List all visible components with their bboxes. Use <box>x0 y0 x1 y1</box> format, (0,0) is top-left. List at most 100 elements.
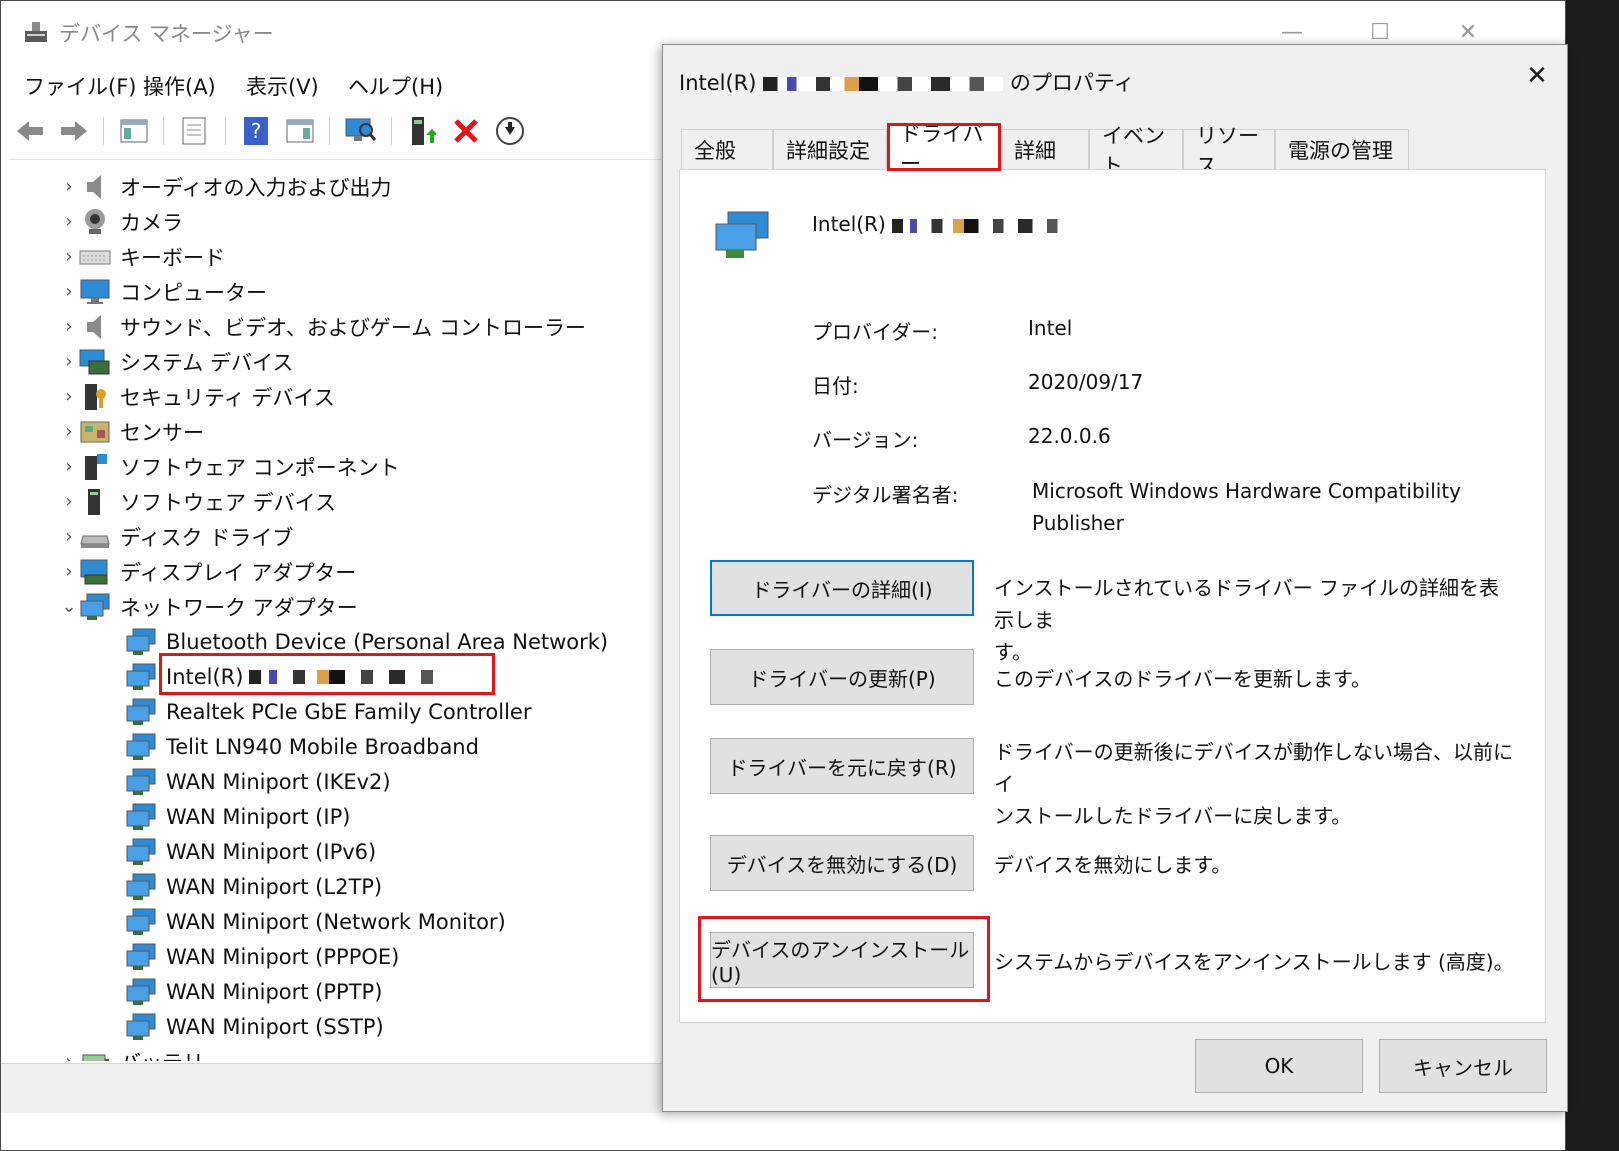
description-line: システムからデバイスをアンインストールします (高度)。 <box>994 950 1514 974</box>
toolbar-separator <box>391 117 392 145</box>
driver-tab-panel: Intel(R) プロバイダー: Intel 日付: 2020/09/17 バー… <box>679 169 1546 1023</box>
tree-category[interactable]: › オーディオの入力および出力 <box>59 169 392 204</box>
tab-events[interactable]: イベント <box>1089 124 1183 178</box>
toolbar-separator <box>329 117 330 145</box>
tree-category[interactable]: › セキュリティ デバイス <box>59 379 335 414</box>
disable-device-icon[interactable] <box>493 114 527 148</box>
toolbar-separator <box>103 117 104 145</box>
redacted-text <box>892 218 1073 233</box>
category-label: カメラ <box>120 210 183 235</box>
chevron-right-icon[interactable]: › <box>59 421 79 442</box>
tree-category[interactable]: › キーボード <box>59 239 225 274</box>
version-value: 22.0.0.6 <box>1028 424 1111 448</box>
chevron-right-icon[interactable]: › <box>59 1051 79 1061</box>
update-driver-button[interactable]: ドライバーの更新(P) <box>710 649 974 705</box>
menu-view[interactable]: 表示(V) <box>246 71 319 101</box>
tree-category[interactable]: › センサー <box>59 414 204 449</box>
redacted-text <box>763 77 1004 91</box>
chevron-right-icon[interactable]: › <box>59 561 79 582</box>
network-adapter-icon <box>125 1012 157 1042</box>
action-pane-icon[interactable] <box>283 114 317 148</box>
chevron-right-icon[interactable]: › <box>59 246 79 267</box>
tab-details[interactable]: 詳細 <box>1001 129 1089 169</box>
window-title: デバイス マネージャー <box>59 22 274 46</box>
scan-hardware-icon[interactable] <box>343 114 377 148</box>
dialog-close-button[interactable]: ✕ <box>1507 45 1567 107</box>
provider-label: プロバイダー: <box>812 320 938 344</box>
tree-category-expanded[interactable]: ⌄ ネットワーク アダプター <box>59 589 358 624</box>
update-driver-description: このデバイスのドライバーを更新します。 <box>994 663 1514 695</box>
chevron-down-icon[interactable]: ⌄ <box>59 596 79 617</box>
chevron-right-icon[interactable]: › <box>59 211 79 232</box>
tree-category[interactable]: › システム デバイス <box>59 344 293 379</box>
tree-device[interactable]: WAN Miniport (SSTP) <box>125 1009 384 1044</box>
help-icon[interactable]: ? <box>239 114 273 148</box>
tree-device[interactable]: WAN Miniport (Network Monitor) <box>125 904 506 939</box>
highlight-driver-tab <box>887 123 1001 171</box>
chevron-right-icon[interactable]: › <box>59 456 79 477</box>
driver-details-button[interactable]: ドライバーの詳細(I) <box>710 560 974 616</box>
network-adapter-icon <box>125 662 157 692</box>
tree-device[interactable]: WAN Miniport (IKEv2) <box>125 764 391 799</box>
category-label: コンピューター <box>120 280 267 305</box>
version-label: バージョン: <box>812 428 919 452</box>
menu-help[interactable]: ヘルプ(H) <box>348 71 443 101</box>
tab-advanced[interactable]: 詳細設定 <box>773 129 887 169</box>
tree-device[interactable]: WAN Miniport (PPPOE) <box>125 939 399 974</box>
cancel-button[interactable]: キャンセル <box>1379 1039 1547 1093</box>
tree-category[interactable]: › ソフトウェア コンポーネント <box>59 449 400 484</box>
tree-device[interactable]: Realtek PCIe GbE Family Controller <box>125 694 531 729</box>
tree-device[interactable]: WAN Miniport (L2TP) <box>125 869 382 904</box>
chevron-right-icon[interactable]: › <box>59 351 79 372</box>
provider-value: Intel <box>1028 316 1073 340</box>
forward-icon[interactable] <box>57 114 91 148</box>
category-label: ディスプレイ アダプター <box>120 560 357 585</box>
tab-resources[interactable]: リソース <box>1183 124 1275 178</box>
tree-category[interactable]: › コンピューター <box>59 274 267 309</box>
category-label: サウンド、ビデオ、およびゲーム コントローラー <box>120 315 586 340</box>
toolbar-separator <box>225 117 226 145</box>
menu-action[interactable]: 操作(A) <box>143 71 216 101</box>
tab-general[interactable]: 全般 <box>681 129 773 169</box>
category-label: キーボード <box>120 245 225 270</box>
chevron-right-icon[interactable]: › <box>59 176 79 197</box>
menu-file[interactable]: ファイル(F) <box>24 71 136 101</box>
status-bar <box>1 1063 663 1113</box>
chevron-right-icon[interactable]: › <box>59 316 79 337</box>
signer-value-line2: Publisher <box>1032 511 1124 535</box>
device-label: WAN Miniport (IP) <box>166 804 351 829</box>
tree-category[interactable]: › バッテリ <box>59 1044 204 1061</box>
software-device-icon <box>79 487 111 517</box>
rollback-driver-description: ドライバーの更新後にデバイスが動作しない場合、以前にイ ンストールしたドライバー… <box>994 736 1524 832</box>
rollback-driver-button[interactable]: ドライバーを元に戻す(R) <box>710 738 974 794</box>
network-adapter-icon <box>79 592 111 622</box>
device-tree: › オーディオの入力および出力 › カメラ › キーボード › コンピューター … <box>9 159 663 1061</box>
show-hide-console-tree-icon[interactable] <box>117 114 151 148</box>
chevron-right-icon[interactable]: › <box>59 281 79 302</box>
tree-category[interactable]: › ディスク ドライブ <box>59 519 293 554</box>
tree-device[interactable]: WAN Miniport (PPTP) <box>125 974 382 1009</box>
chevron-right-icon[interactable]: › <box>59 491 79 512</box>
device-label: WAN Miniport (PPTP) <box>166 979 383 1004</box>
network-adapter-icon <box>125 872 157 902</box>
tree-category[interactable]: › サウンド、ビデオ、およびゲーム コントローラー <box>59 309 586 344</box>
properties-icon[interactable] <box>177 114 211 148</box>
description-line: ドライバーの更新後にデバイスが動作しない場合、以前にイ <box>994 740 1513 796</box>
tab-power-management[interactable]: 電源の管理 <box>1275 129 1409 169</box>
tree-device[interactable]: WAN Miniport (IP) <box>125 799 350 834</box>
tree-category[interactable]: › ソフトウェア デバイス <box>59 484 336 519</box>
chevron-right-icon[interactable]: › <box>59 526 79 547</box>
ok-button[interactable]: OK <box>1195 1039 1363 1093</box>
device-label: Bluetooth Device (Personal Area Network) <box>166 629 609 654</box>
uninstall-device-icon[interactable] <box>449 114 483 148</box>
update-driver-icon[interactable] <box>405 114 439 148</box>
disable-device-button[interactable]: デバイスを無効にする(D) <box>710 835 974 891</box>
tree-category[interactable]: › ディスプレイ アダプター <box>59 554 356 589</box>
tree-category[interactable]: › カメラ <box>59 204 183 239</box>
chevron-right-icon[interactable]: › <box>59 386 79 407</box>
tree-device[interactable]: Telit LN940 Mobile Broadband <box>125 729 479 764</box>
device-label: WAN Miniport (IPv6) <box>166 839 377 864</box>
tree-device[interactable]: WAN Miniport (IPv6) <box>125 834 376 869</box>
back-icon[interactable] <box>13 114 47 148</box>
network-adapter-icon <box>715 211 769 258</box>
